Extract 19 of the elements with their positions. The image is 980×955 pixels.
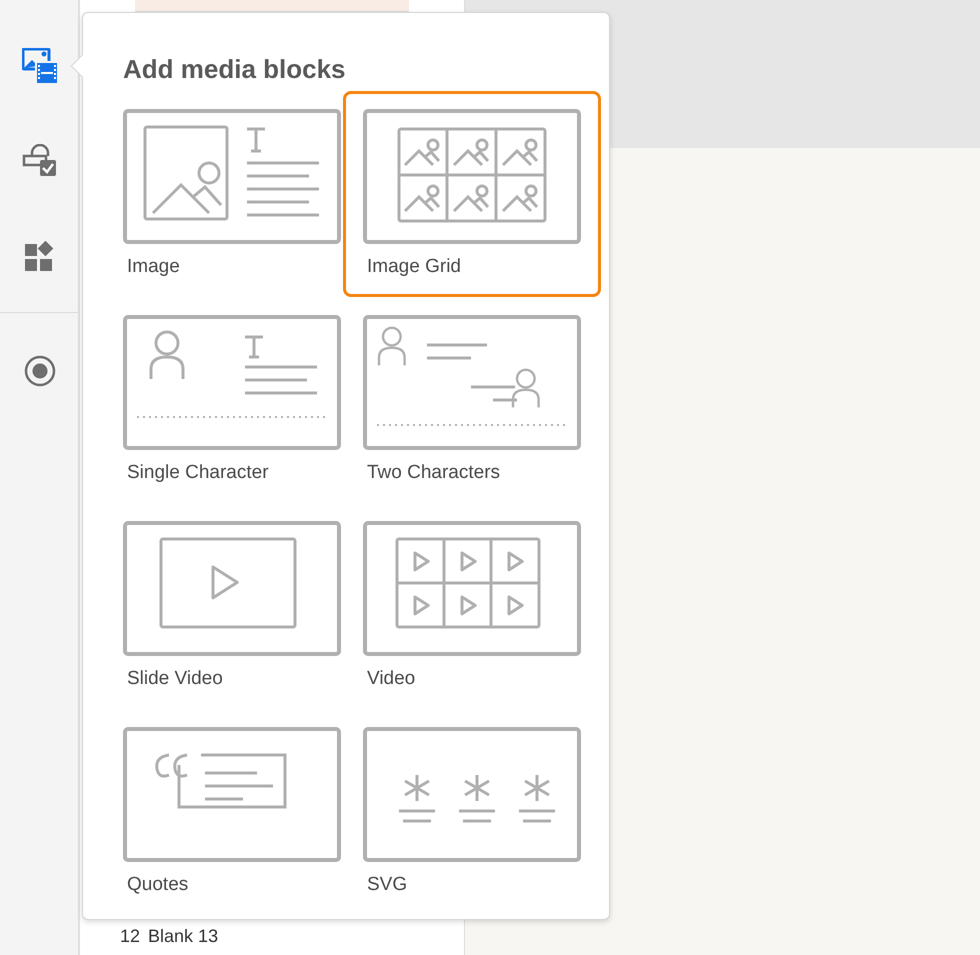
media-block-tile[interactable]: Single Character bbox=[103, 297, 343, 503]
quotes-thumbnail-icon bbox=[123, 727, 341, 862]
media-block-tile[interactable]: SVG bbox=[343, 709, 601, 915]
single-character-thumbnail-icon bbox=[123, 315, 341, 450]
media-block-tile[interactable]: Image bbox=[103, 91, 343, 297]
image-thumbnail-icon bbox=[123, 109, 341, 244]
page-number: 12 bbox=[120, 925, 140, 947]
slide-video-thumbnail-icon bbox=[123, 521, 341, 656]
media-block-tile[interactable]: Video bbox=[343, 503, 601, 709]
page-title: Blank 13 bbox=[148, 925, 218, 947]
video-thumbnail-icon bbox=[363, 521, 581, 656]
media-block-tile[interactable]: Quotes bbox=[103, 709, 343, 915]
svg-thumbnail-icon bbox=[363, 727, 581, 862]
popup-title: Add media blocks bbox=[122, 53, 346, 86]
media-block-tile[interactable]: Two Characters bbox=[343, 297, 601, 503]
media-block-tile[interactable]: Slide Video bbox=[103, 503, 343, 709]
two-characters-thumbnail-icon bbox=[363, 315, 581, 450]
image-grid-thumbnail-icon bbox=[363, 109, 581, 244]
media-block-tile[interactable]: Image Grid bbox=[343, 91, 601, 297]
